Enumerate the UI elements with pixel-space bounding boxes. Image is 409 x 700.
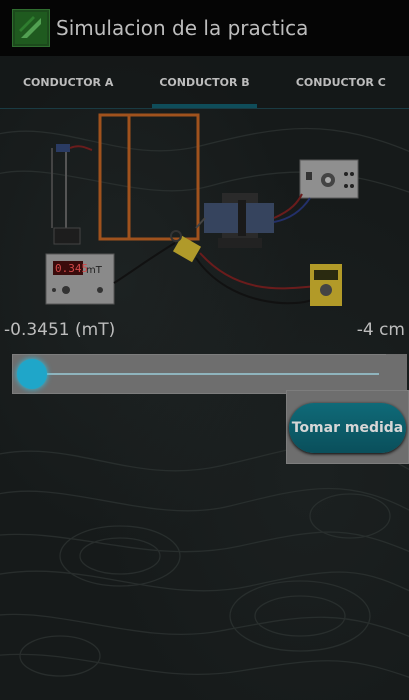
tab-conductor-b[interactable]: CONDUCTOR B: [136, 56, 272, 108]
app-title: Simulacion de la practica: [56, 16, 309, 40]
app-bar: Simulacion de la practica: [0, 0, 409, 56]
content-area: CONDUCTOR A CONDUCTOR B CONDUCTOR C 0.34…: [0, 56, 409, 700]
distance-readout: -4 cm: [356, 320, 405, 340]
position-slider[interactable]: [12, 354, 388, 394]
experiment-scene: 0.345 mT: [45, 113, 359, 306]
teslameter: 0.345 mT: [45, 253, 115, 305]
slider-thumb[interactable]: [17, 359, 47, 389]
power-supply: [51, 144, 93, 245]
field-readout: -0.3451 (mT): [4, 320, 116, 340]
meter-display: 0.345: [55, 262, 88, 275]
panel-connector: [386, 354, 407, 392]
button-panel: Tomar medida: [286, 390, 409, 464]
transformer: [204, 193, 274, 248]
conductor-loop: [98, 113, 200, 241]
app-logo-icon: [12, 9, 50, 47]
tab-conductor-a[interactable]: CONDUCTOR A: [0, 56, 136, 108]
take-measurement-button[interactable]: Tomar medida: [289, 403, 406, 453]
slider-track[interactable]: [27, 373, 379, 375]
tab-conductor-c[interactable]: CONDUCTOR C: [273, 56, 409, 108]
multimeter: [310, 264, 342, 306]
signal-generator: [299, 159, 359, 199]
conductor-tabs: CONDUCTOR A CONDUCTOR B CONDUCTOR C: [0, 56, 409, 108]
meter-unit: mT: [86, 265, 103, 276]
